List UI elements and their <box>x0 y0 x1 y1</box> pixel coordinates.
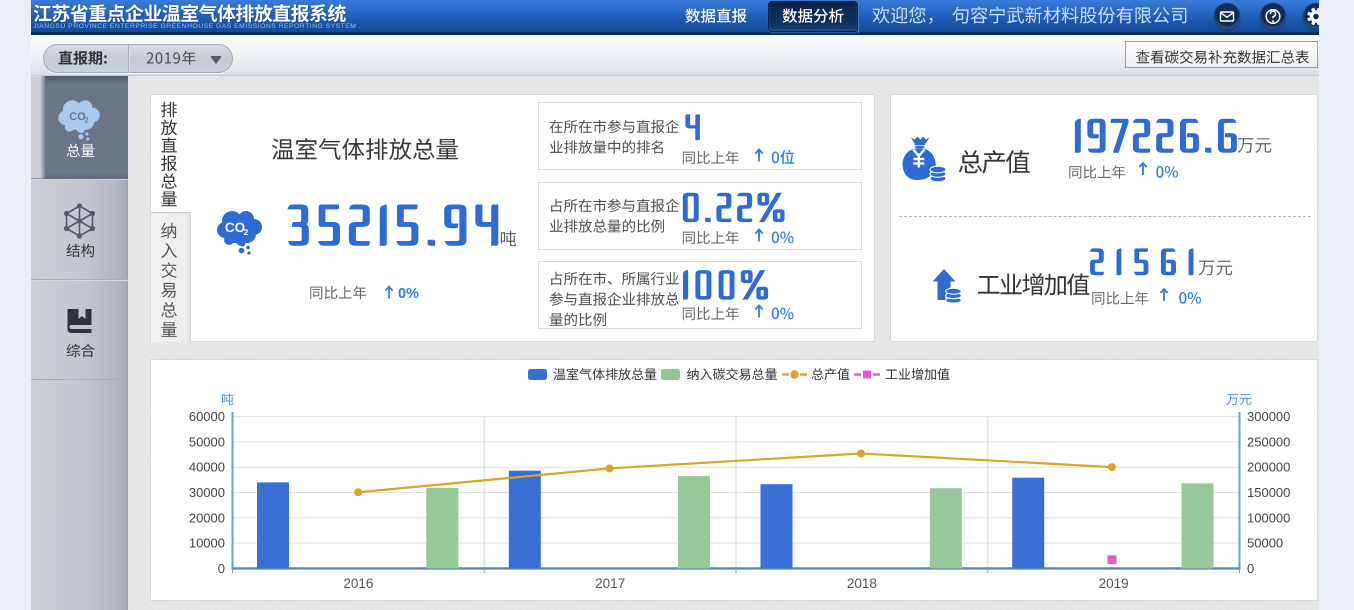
svg-text:2018: 2018 <box>847 576 877 591</box>
svg-text:2017: 2017 <box>595 576 625 591</box>
svg-text:0: 0 <box>1247 561 1254 576</box>
svg-text:10000: 10000 <box>189 536 225 551</box>
svg-text:40000: 40000 <box>189 460 225 475</box>
svg-text:150000: 150000 <box>1247 485 1290 500</box>
svg-text:100000: 100000 <box>1247 510 1290 525</box>
svg-text:20000: 20000 <box>189 510 225 525</box>
svg-text:300000: 300000 <box>1247 409 1290 424</box>
svg-text:2016: 2016 <box>343 576 373 591</box>
svg-text:200000: 200000 <box>1247 460 1290 475</box>
svg-text:0: 0 <box>218 561 225 576</box>
svg-text:30000: 30000 <box>189 485 225 500</box>
svg-text:50000: 50000 <box>189 434 225 449</box>
svg-text:2019: 2019 <box>1099 576 1129 591</box>
svg-text:60000: 60000 <box>189 409 225 424</box>
svg-text:50000: 50000 <box>1247 536 1283 551</box>
svg-text:250000: 250000 <box>1247 434 1290 449</box>
